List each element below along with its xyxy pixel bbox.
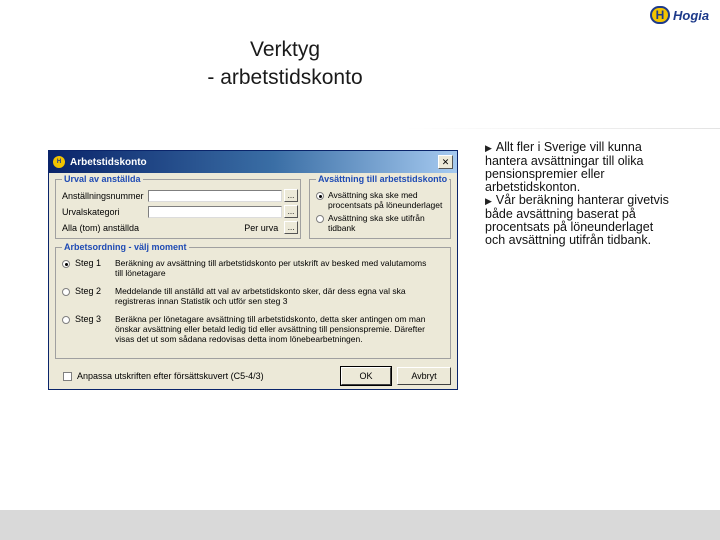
step-3-label: Steg 3: [75, 314, 102, 324]
print-option-row[interactable]: Anpassa utskriften efter försättskuvert …: [63, 371, 264, 381]
employee-number-browse-button[interactable]: ...: [284, 189, 298, 202]
allocation-percent-radio[interactable]: [316, 192, 324, 200]
step-1-option[interactable]: Steg 1 Beräkning av avsättning till arbe…: [62, 258, 444, 278]
step-2-label: Steg 2: [75, 286, 102, 296]
dialog-title: Arbetstidskonto: [70, 156, 147, 168]
dialog-titlebar[interactable]: H Arbetstidskonto ✕: [49, 151, 457, 173]
steps-group-legend: Arbetsordning - välj moment: [62, 242, 189, 252]
app-icon: H: [53, 156, 65, 168]
step-2-option[interactable]: Steg 2 Meddelande till anställd att val …: [62, 286, 444, 306]
hogia-logo-text: Hogia: [673, 7, 710, 23]
hogia-logo: H Hogia: [650, 5, 718, 25]
step-2-description: Meddelande till anställd att val av arbe…: [115, 286, 406, 306]
step-3-description: Beräkna per lönetagare avsättning till a…: [115, 314, 426, 344]
step-3-radio[interactable]: [62, 316, 70, 324]
step-1-label: Steg 1: [75, 258, 102, 268]
bullet-arrow-icon: ▶: [485, 196, 492, 206]
per-selection-button[interactable]: ...: [284, 221, 298, 234]
bullet-list: ▶ Allt fler i Sverige vill kunna hantera …: [485, 141, 675, 247]
employee-number-label: Anställningsnummer: [62, 190, 144, 201]
step-1-radio[interactable]: [62, 260, 70, 268]
slide-title: Verktyg - arbetstidskonto: [150, 36, 420, 92]
employee-number-input[interactable]: [148, 189, 282, 202]
cancel-button[interactable]: Avbryt: [397, 367, 451, 385]
allocation-timebank-radio[interactable]: [316, 215, 324, 223]
ok-button[interactable]: OK: [340, 366, 392, 386]
allocation-option-percent[interactable]: Avsättning ska ske med procentsats på lö…: [316, 190, 446, 210]
step-1-description: Beräkning av avsättning till arbetstidsk…: [115, 258, 427, 278]
step-3-option[interactable]: Steg 3 Beräkna per lönetagare avsättning…: [62, 314, 444, 344]
category-browse-button[interactable]: ...: [284, 205, 298, 218]
allocation-option-timebank[interactable]: Avsättning ska ske utifrån tidbank: [316, 213, 446, 233]
category-input[interactable]: [148, 205, 282, 218]
steps-group: Arbetsordning - välj moment Steg 1 Beräk…: [55, 242, 451, 359]
category-row: Urvalskategori ...: [62, 205, 298, 218]
hogia-logo-badge-icon: H: [650, 6, 670, 24]
allocation-timebank-label: Avsättning ska ske utifrån tidbank: [328, 213, 425, 233]
all-employees-label: Alla (tom) anställda: [62, 222, 140, 233]
employee-number-row: Anställningsnummer ...: [62, 189, 298, 202]
allocation-group-legend: Avsättning till arbetstidskonto: [316, 174, 450, 184]
slide-title-line-2: - arbetstidskonto: [207, 66, 363, 89]
bullet-item-1: ▶ Allt fler i Sverige vill kunna hantera …: [485, 141, 675, 194]
footer-bar: [0, 510, 720, 540]
allocation-group: Avsättning till arbetstidskonto Avsättni…: [309, 174, 451, 239]
close-button[interactable]: ✕: [438, 155, 453, 169]
all-employees-row: Alla (tom) anställda Per urva ...: [62, 221, 298, 234]
slide-title-line-1: Verktyg: [249, 38, 321, 61]
allocation-percent-label: Avsättning ska ske med procentsats på lö…: [328, 190, 443, 210]
selection-group: Urval av anställda Anställningsnummer ..…: [55, 174, 301, 239]
category-label: Urvalskategori: [62, 206, 120, 217]
print-option-label: Anpassa utskriften efter försättskuvert …: [77, 371, 264, 381]
bullet-item-2: ▶ Vår beräkning hanterar givetvis både av…: [485, 194, 675, 247]
bullet-text-2: Vår beräkning hanterar givetvis både avs…: [485, 193, 669, 247]
bullet-text-1: Allt fler i Sverige vill kunna hantera a…: [485, 140, 644, 194]
per-selection-label: Per urva: [244, 222, 279, 233]
bullet-arrow-icon: ▶: [485, 143, 492, 153]
decorative-divider: [405, 128, 720, 129]
step-2-radio[interactable]: [62, 288, 70, 296]
print-option-checkbox[interactable]: [63, 371, 72, 381]
selection-group-legend: Urval av anställda: [62, 174, 143, 184]
arbetstidskonto-dialog: H Arbetstidskonto ✕ Urval av anställda A…: [48, 150, 458, 390]
